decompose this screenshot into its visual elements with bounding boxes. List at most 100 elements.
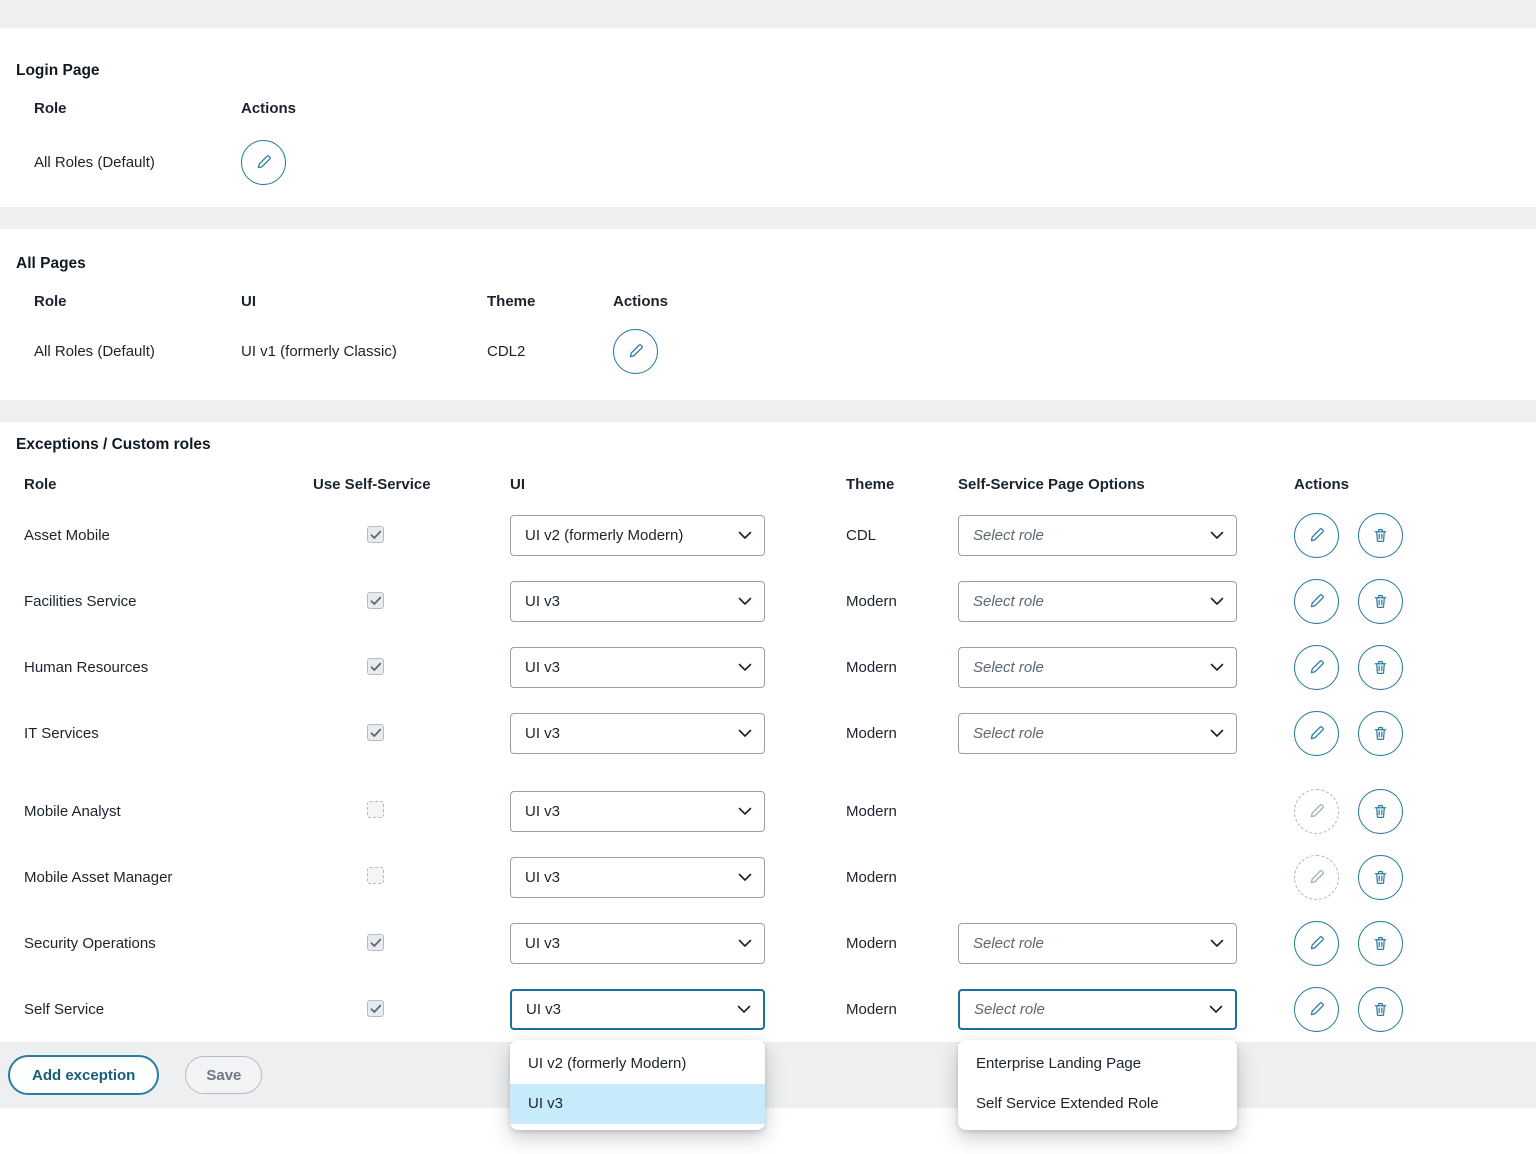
edit-button[interactable] <box>1294 987 1339 1032</box>
edit-button[interactable] <box>1294 645 1339 690</box>
theme-cell: Modern <box>846 725 958 742</box>
edit-button[interactable] <box>1294 921 1339 966</box>
chevron-down-icon <box>1210 663 1224 672</box>
self-service-page-options-select[interactable]: Select role <box>958 923 1237 964</box>
menu-option-enterprise-landing-page[interactable]: Enterprise Landing Page <box>958 1044 1237 1084</box>
edit-button[interactable] <box>1294 711 1339 756</box>
ui-select[interactable]: UI v3 <box>510 581 765 622</box>
delete-button[interactable] <box>1358 513 1403 558</box>
trash-icon <box>1372 803 1389 820</box>
chevron-down-icon <box>738 729 752 738</box>
delete-button[interactable] <box>1358 921 1403 966</box>
use-self-service-checkbox[interactable] <box>367 724 384 741</box>
trash-icon <box>1372 1001 1389 1018</box>
exceptions-header-row: Role Use Self-Service UI Theme Self-Serv… <box>0 466 1536 502</box>
header-use-self-service: Use Self-Service <box>313 476 510 493</box>
chevron-down-icon <box>1210 729 1224 738</box>
exception-row: Facilities Service UI v3 Modern Select r… <box>0 568 1536 634</box>
theme-cell: Modern <box>846 1001 958 1018</box>
all-pages-title: All Pages <box>0 255 1536 293</box>
pencil-icon <box>1308 1000 1326 1018</box>
chevron-down-icon <box>1209 1005 1223 1014</box>
header-actions: Actions <box>241 100 1536 117</box>
ui-select[interactable]: UI v3 <box>510 647 765 688</box>
trash-icon <box>1372 527 1389 544</box>
theme-cell: Modern <box>846 869 958 886</box>
ui-select[interactable]: UI v3 <box>510 713 765 754</box>
exception-row: Mobile Analyst UI v3 Modern <box>0 778 1536 844</box>
delete-button[interactable] <box>1358 987 1403 1032</box>
delete-button[interactable] <box>1358 579 1403 624</box>
role-cell: IT Services <box>24 725 313 742</box>
use-self-service-checkbox[interactable] <box>367 526 384 543</box>
menu-option-self-service-extended-role[interactable]: Self Service Extended Role <box>958 1084 1237 1124</box>
chevron-down-icon <box>738 807 752 816</box>
use-self-service-checkbox[interactable] <box>367 592 384 609</box>
ui-value: UI v1 (formerly Classic) <box>241 343 487 360</box>
check-icon <box>370 938 382 948</box>
use-self-service-checkbox[interactable] <box>367 934 384 951</box>
exception-row: Human Resources UI v3 Modern Select role <box>0 634 1536 700</box>
self-service-page-options-select[interactable]: Select role <box>958 713 1237 754</box>
ui-select[interactable]: UI v2 (formerly Modern) <box>510 515 765 556</box>
ui-select[interactable]: UI v3 <box>510 989 765 1030</box>
check-icon <box>370 728 382 738</box>
save-button[interactable]: Save <box>185 1056 262 1094</box>
pencil-icon <box>1308 592 1326 610</box>
role-value: All Roles (Default) <box>34 343 241 360</box>
chevron-down-icon <box>738 939 752 948</box>
self-service-page-options-select[interactable]: Select role <box>958 515 1237 556</box>
all-pages-row: All Roles (Default) UI v1 (formerly Clas… <box>0 326 1536 376</box>
login-page-title: Login Page <box>0 62 1536 100</box>
role-cell: Human Resources <box>24 659 313 676</box>
use-self-service-checkbox[interactable] <box>367 801 384 818</box>
delete-button[interactable] <box>1358 789 1403 834</box>
pencil-icon <box>1308 526 1326 544</box>
trash-icon <box>1372 659 1389 676</box>
menu-option-ui-v2[interactable]: UI v2 (formerly Modern) <box>510 1044 765 1084</box>
edit-button-disabled <box>1294 855 1339 900</box>
edit-button[interactable] <box>1294 579 1339 624</box>
header-role: Role <box>34 293 241 310</box>
delete-button[interactable] <box>1358 711 1403 756</box>
menu-option-ui-v3[interactable]: UI v3 <box>510 1084 765 1124</box>
edit-button[interactable] <box>241 140 286 185</box>
role-value: All Roles (Default) <box>34 154 241 171</box>
exceptions-title: Exceptions / Custom roles <box>0 436 1536 466</box>
self-service-page-options-select[interactable]: Select role <box>958 647 1237 688</box>
add-exception-button[interactable]: Add exception <box>8 1055 159 1095</box>
login-page-row: All Roles (Default) <box>0 139 1536 185</box>
theme-cell: Modern <box>846 803 958 820</box>
header-role: Role <box>24 476 313 493</box>
header-actions: Actions <box>613 293 1536 310</box>
use-self-service-checkbox[interactable] <box>367 1000 384 1017</box>
exception-row: Asset Mobile UI v2 (formerly Modern) CDL… <box>0 502 1536 568</box>
check-icon <box>370 662 382 672</box>
header-theme: Theme <box>846 476 958 493</box>
role-cell: Security Operations <box>24 935 313 952</box>
delete-button[interactable] <box>1358 645 1403 690</box>
ui-select[interactable]: UI v3 <box>510 923 765 964</box>
delete-button[interactable] <box>1358 855 1403 900</box>
self-service-page-options-select[interactable]: Select role <box>958 989 1237 1030</box>
self-service-page-options-select[interactable]: Select role <box>958 581 1237 622</box>
top-strip <box>0 0 1536 28</box>
edit-button[interactable] <box>1294 513 1339 558</box>
all-pages-section: All Pages Role UI Theme Actions All Role… <box>0 229 1536 400</box>
use-self-service-checkbox[interactable] <box>367 658 384 675</box>
header-theme: Theme <box>487 293 613 310</box>
edit-button[interactable] <box>613 329 658 374</box>
chevron-down-icon <box>737 1005 751 1014</box>
chevron-down-icon <box>1210 531 1224 540</box>
ui-select[interactable]: UI v3 <box>510 791 765 832</box>
login-page-header-row: Role Actions <box>0 100 1536 117</box>
ui-select[interactable]: UI v3 <box>510 857 765 898</box>
pencil-icon <box>255 153 273 171</box>
trash-icon <box>1372 725 1389 742</box>
pencil-icon <box>1308 724 1326 742</box>
header-role: Role <box>34 100 241 117</box>
check-icon <box>370 1004 382 1014</box>
role-cell: Facilities Service <box>24 593 313 610</box>
use-self-service-checkbox[interactable] <box>367 867 384 884</box>
trash-icon <box>1372 593 1389 610</box>
